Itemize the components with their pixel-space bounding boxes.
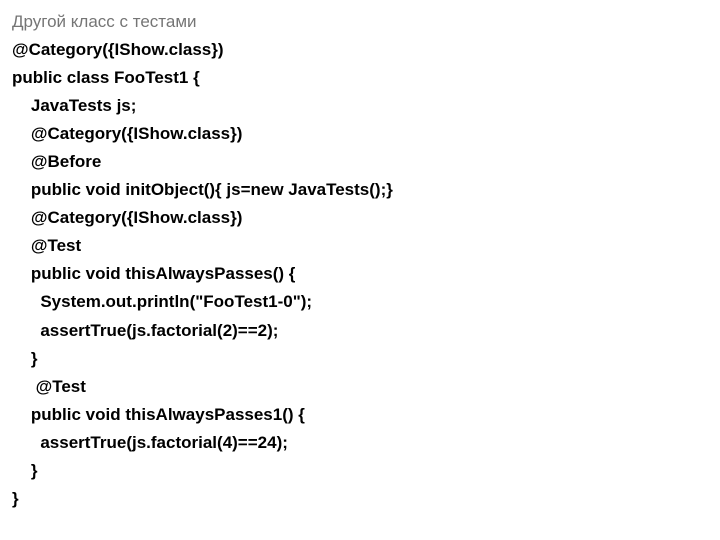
code-line: }: [12, 345, 708, 373]
code-line: public void thisAlwaysPasses() {: [12, 260, 708, 288]
code-line: }: [12, 485, 708, 513]
document-title: Другой класс с тестами: [12, 8, 708, 36]
code-line: @Category({IShow.class}): [12, 204, 708, 232]
code-line: @Test: [12, 232, 708, 260]
code-line: public class FooTest1 {: [12, 64, 708, 92]
code-line: assertTrue(js.factorial(4)==24);: [12, 429, 708, 457]
code-line: JavaTests js;: [12, 92, 708, 120]
code-line: assertTrue(js.factorial(2)==2);: [12, 317, 708, 345]
code-line: }: [12, 457, 708, 485]
code-line: @Test: [12, 373, 708, 401]
code-line: System.out.println("FooTest1-0");: [12, 288, 708, 316]
code-line: public void thisAlwaysPasses1() {: [12, 401, 708, 429]
code-line: public void initObject(){ js=new JavaTes…: [12, 176, 708, 204]
code-line: @Category({IShow.class}): [12, 120, 708, 148]
code-line: @Before: [12, 148, 708, 176]
code-line: @Category({IShow.class}): [12, 36, 708, 64]
